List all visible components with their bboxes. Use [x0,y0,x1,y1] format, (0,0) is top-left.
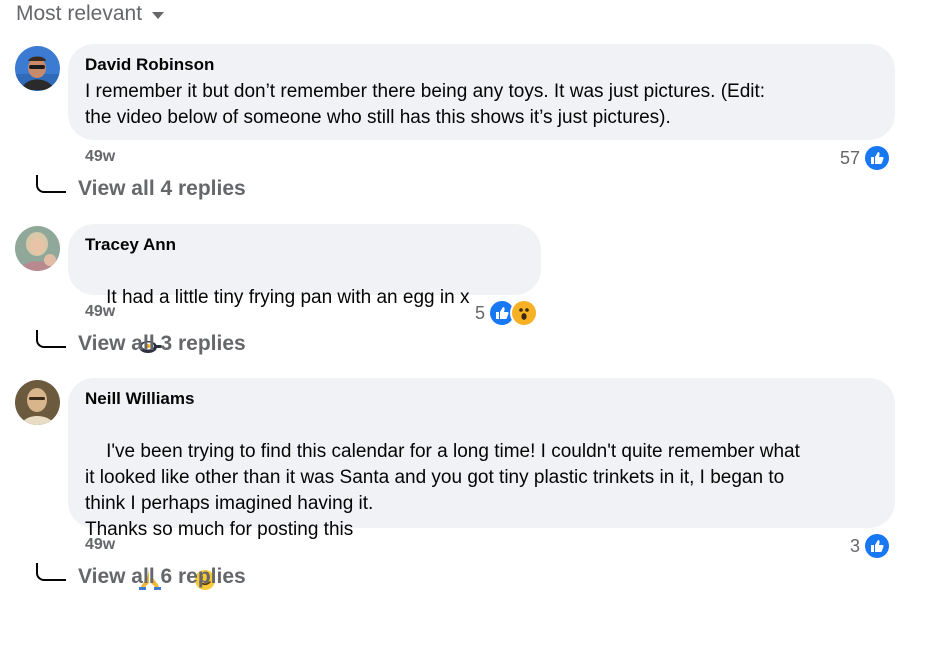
like-icon [863,532,891,560]
comment-author[interactable]: Tracey Ann [85,235,524,255]
comment-timestamp[interactable]: 49w [85,536,115,554]
reaction-summary[interactable]: 3 [850,532,891,560]
avatar-neill-williams[interactable] [15,380,60,425]
comment-timestamp[interactable]: 49w [85,148,115,166]
reply-thread-line [36,330,66,348]
reaction-count: 5 [475,302,486,323]
view-replies-link[interactable]: View all 3 replies [36,330,246,356]
comment-text: I've been trying to find this calendar f… [85,441,800,540]
wow-icon [510,299,539,327]
avatar-david-robinson[interactable] [15,46,60,91]
reaction-summary[interactable]: 5 [475,299,539,327]
comment-timestamp[interactable]: 49w [85,303,115,321]
view-replies-label: View all 6 replies [78,565,246,588]
view-replies-label: View all 4 replies [78,177,246,200]
sort-label: Most relevant [16,2,143,25]
comment-bubble: David Robinson I remember it but don’t r… [68,44,895,140]
comment-author[interactable]: Neill Williams [85,389,878,409]
sort-dropdown[interactable]: Most relevant [16,2,165,26]
caret-down-icon [152,12,165,19]
view-replies-label: View all 3 replies [78,332,246,355]
avatar-tracey-ann[interactable] [15,226,60,271]
comment-bubble: Neill Williams I've been trying to find … [68,378,895,590]
reply-thread-line [36,563,66,581]
reply-thread-line [36,175,66,193]
like-icon [863,144,891,172]
comment-text: I remember it but don’t remember there b… [85,81,766,128]
comment-bubble: Tracey Ann It had a little tiny frying p… [68,224,541,353]
reaction-count: 57 [839,147,860,168]
reaction-count: 3 [849,535,860,556]
view-replies-link[interactable]: View all 4 replies [36,175,246,201]
view-replies-link[interactable]: View all 6 replies [36,563,246,589]
comment-text: It had a little tiny frying pan with an … [106,287,470,308]
comment-author[interactable]: David Robinson [85,55,878,75]
reaction-summary[interactable]: 57 [840,144,891,172]
